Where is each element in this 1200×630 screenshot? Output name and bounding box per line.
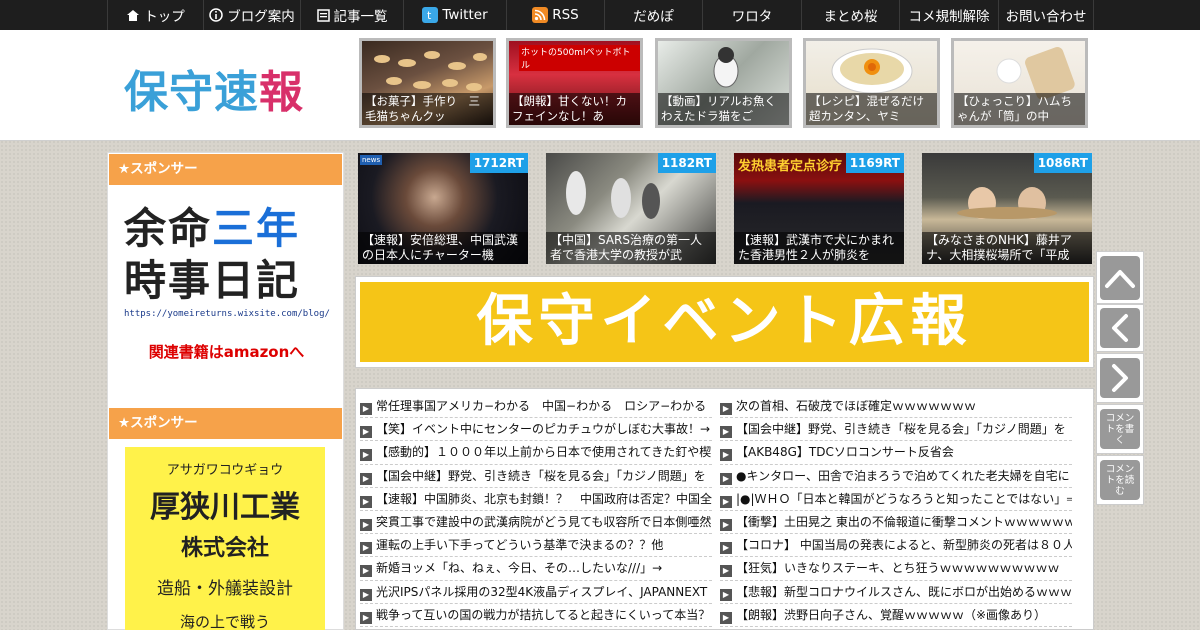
list-item[interactable]: ▶ 【国会中継】野党、引き続き「桜を見る会」「カジノ問題」を <box>720 418 1072 442</box>
arrow-icon: ▶ <box>360 518 372 531</box>
list-item[interactable]: ▶ 光沢IPSパネル採用の32型4K液晶ディスプレイ、JAPANNEXT <box>360 581 712 604</box>
comment-write-button[interactable]: コメントを書く <box>1096 404 1144 454</box>
nav-contact[interactable]: お問い合わせ <box>998 0 1094 30</box>
next-button[interactable] <box>1096 353 1144 403</box>
chevron-up-icon <box>1100 255 1140 300</box>
right-link-column: ▶ 次の首相、石破茂でほぼ確定ｗｗｗｗｗｗｗ ▶ 【国会中継】野党、引き続き「桜を見… <box>720 395 1072 627</box>
arrow-icon: ▶ <box>720 611 732 624</box>
list-item[interactable]: ▶ 常任理事国アメリカ−わかる 中国−わかる ロシア−わかる <box>360 395 712 419</box>
list-item[interactable]: ▶ 【衝撃】土田晃之 東出の不倫報道に衝撃コメントｗｗｗｗｗｗ <box>720 511 1072 535</box>
prev-button[interactable] <box>1096 304 1144 352</box>
list-item[interactable]: ▶ 【朗報】渋野日向子さん、覚醒ｗｗｗｗｗ（※画像あり） <box>720 604 1072 627</box>
list-item[interactable]: ▶ 【感動的】１０００年以上前から日本で使用されてきた釘や楔 <box>360 441 712 465</box>
svg-text:t: t <box>427 9 432 22</box>
header-thumb[interactable]: 【お菓子】手作り 三毛猫ちゃんクッ <box>359 38 496 128</box>
list-item[interactable]: ▶ 【狂気】いきなりステーキ、とち狂うｗｗｗｗｗｗｗｗｗｗ <box>720 557 1072 581</box>
header-thumb[interactable]: ホットの500mlペットボトル 【朗報】甘くない！カフェインなし！あ <box>506 38 643 128</box>
arrow-icon: ▶ <box>360 426 372 439</box>
nav-damepo[interactable]: だめぽ <box>604 0 702 30</box>
list-item[interactable]: ▶ 【コロナ】 中国当局の発表によると、新型肺炎の死者は８０人 <box>720 534 1072 558</box>
list-icon <box>316 8 330 22</box>
nav-warota[interactable]: ワロタ <box>702 0 801 30</box>
sidebar: ★スポンサー 余命三年 時事日記 https://yomeireturns.wi… <box>107 152 344 630</box>
arrow-icon: ▶ <box>360 611 372 624</box>
list-item[interactable]: ▶ 次の首相、石破茂でほぼ確定ｗｗｗｗｗｗｗ <box>720 395 1072 419</box>
nav-bar: トップ ブログ案内 記事一覧 t Twitter RSS だめぽ ワロタ まとめ… <box>107 0 1094 30</box>
list-item[interactable]: ▶ 【笑】イベント中にセンターのピカチュウがしぼむ大事故！→ <box>360 418 712 442</box>
sponsor-heading: ★スポンサー <box>109 154 342 185</box>
featured-card[interactable]: news 1712RT 【速報】安倍総理、中国武漢の日本人にチャーター機 <box>358 153 528 264</box>
ad-yomei[interactable]: 余命三年 時事日記 https://yomeireturns.wixsite.c… <box>124 203 330 362</box>
chevron-left-icon <box>1100 308 1140 348</box>
list-item[interactable]: ▶ 【速報】中国肺炎、北京も封鎖！？ 中国政府は否定？中国全 <box>360 488 712 511</box>
retweet-count: 1712RT <box>469 153 528 173</box>
nav-twitter[interactable]: t Twitter <box>403 0 506 30</box>
arrow-icon: ▶ <box>720 588 732 601</box>
nav-matome-sakura[interactable]: まとめ桜 <box>801 0 899 30</box>
list-item[interactable]: ▶ 【悲報】新型コロナウイルスさん、既にボロが出始めるｗｗｗ <box>720 581 1072 604</box>
retweet-count: 1086RT <box>1033 153 1092 173</box>
nav-rss[interactable]: RSS <box>506 0 604 30</box>
arrow-icon: ▶ <box>360 588 372 601</box>
list-item[interactable]: ▶ ●キンタロー、田舎で泊まろうで泊めてくれた老夫婦を自宅に <box>720 465 1072 488</box>
list-item[interactable]: ▶ 運転の上手い下手ってどういう基準で決まるの？？他 <box>360 534 712 558</box>
arrow-icon: ▶ <box>720 495 732 508</box>
arrow-icon: ▶ <box>720 426 732 439</box>
site-header: 保守速報 【お菓子】手作り 三毛猫ちゃんクッ ホットの500mlペットボトル 【… <box>0 30 1200 141</box>
sponsor-heading: ★スポンサー <box>109 408 342 439</box>
site-logo[interactable]: 保守速報 <box>124 56 304 120</box>
arrow-icon: ▶ <box>720 472 732 485</box>
article-links: ▶ 常任理事国アメリカ−わかる 中国−わかる ロシア−わかる ▶ 【笑】イベント中に… <box>355 388 1094 630</box>
list-item[interactable]: ▶ 戦争って互いの国の戦力が拮抗してると起きにくいって本当？ <box>360 604 712 627</box>
nav-blog-guide[interactable]: ブログ案内 <box>203 0 300 30</box>
list-item[interactable]: ▶ 突貫工事で建設中の武漢病院がどう見ても収容所で日本側唖然 <box>360 511 712 535</box>
arrow-icon: ▶ <box>360 565 372 578</box>
arrow-icon: ▶ <box>360 472 372 485</box>
arrow-icon: ▶ <box>720 403 732 415</box>
arrow-icon: ▶ <box>720 518 732 531</box>
list-item[interactable]: ▶ 【AKB48G】TDCソロコンサート反省会 <box>720 441 1072 465</box>
chevron-right-icon <box>1100 358 1140 398</box>
nav-top[interactable]: トップ <box>107 0 203 30</box>
info-icon <box>209 8 223 22</box>
arrow-icon: ▶ <box>360 542 372 555</box>
featured-card[interactable]: 发热患者定点诊疗 1169RT 【速報】武漢市で犬にかまれた香港男性２人が肺炎を <box>734 153 904 264</box>
nav-article-list[interactable]: 記事一覧 <box>300 0 403 30</box>
list-item[interactable]: ▶ 新婚ヨッメ「ね、ねぇ、今日、その…したいな///」→ <box>360 557 712 581</box>
arrow-icon: ▶ <box>360 403 372 415</box>
retweet-count: 1169RT <box>845 153 904 173</box>
arrow-icon: ▶ <box>360 495 372 508</box>
home-icon <box>126 9 140 22</box>
arrow-icon: ▶ <box>720 565 732 578</box>
list-item[interactable]: ▶ |●|ＷＨＯ「日本と韓国がどうなろうと知ったことではない」⇒ <box>720 488 1072 511</box>
ad-asagawa[interactable]: アサガワコウギョウ 厚狭川工業 株式会社 造船・外艤装設計 海の上で戦う <box>125 447 325 630</box>
featured-card[interactable]: 1086RT 【みなさまのNHK】藤井アナ、大相撲桜場所で「平成 <box>922 153 1092 264</box>
left-link-column: ▶ 常任理事国アメリカ−わかる 中国−わかる ロシア−わかる ▶ 【笑】イベント中に… <box>360 395 712 627</box>
arrow-icon: ▶ <box>720 542 732 555</box>
top-nav: トップ ブログ案内 記事一覧 t Twitter RSS だめぽ ワロタ まとめ… <box>0 0 1200 30</box>
featured-card[interactable]: 1182RT 【中国】SARS治療の第一人者で香港大学の教授が武 <box>546 153 716 264</box>
event-banner[interactable]: 保守イベント広報 <box>355 276 1094 368</box>
nav-comment-unblock[interactable]: コメ規制解除 <box>899 0 998 30</box>
comment-read-button[interactable]: コメントを読む <box>1096 455 1144 505</box>
scroll-top-button[interactable] <box>1096 251 1144 304</box>
header-thumb[interactable]: 【動画】リアルお魚くわえたドラ猫をご <box>655 38 792 128</box>
rss-icon <box>532 7 549 23</box>
twitter-icon: t <box>422 7 439 23</box>
header-thumb[interactable]: 【レシピ】混ぜるだけ超カンタン、ヤミ <box>803 38 940 128</box>
arrow-icon: ▶ <box>720 449 732 462</box>
arrow-icon: ▶ <box>360 449 372 462</box>
header-thumb[interactable]: 【ひょっこり】ハムちゃんが「筒」の中 <box>951 38 1088 128</box>
retweet-count: 1182RT <box>657 153 716 173</box>
amazon-link[interactable]: 関連書籍はamazonへ <box>124 341 329 362</box>
list-item[interactable]: ▶ 【国会中継】野党、引き続き「桜を見る会」「カジノ問題」を <box>360 465 712 488</box>
